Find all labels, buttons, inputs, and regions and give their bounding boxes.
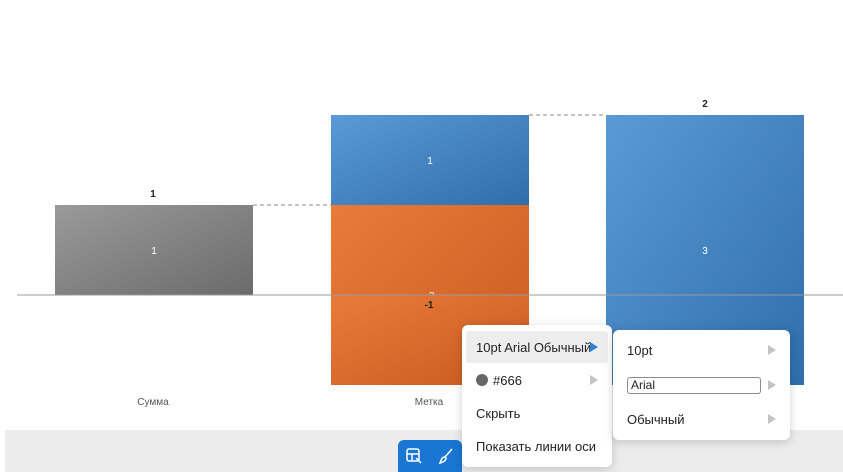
x-tick-label: Метка (415, 397, 444, 408)
submenu-item-family[interactable] (617, 369, 786, 401)
submenu-arrow-icon (590, 342, 598, 352)
menu-item-show-axis-lines[interactable]: Показать линии оси (466, 430, 608, 462)
submenu-arrow-icon (768, 380, 776, 390)
bar-below-label: -1 (425, 300, 434, 311)
menu-item-hide-label: Скрыть (476, 405, 521, 421)
bar-segment-label: 3 (702, 246, 708, 257)
menu-item-color[interactable]: #666 (466, 364, 608, 396)
submenu-arrow-icon (590, 375, 598, 385)
menu-item-font-label: 10pt Arial Обычный (476, 339, 592, 355)
brush-icon[interactable] (435, 445, 457, 467)
chart-toolbar (398, 440, 462, 472)
bar-segment-label: 1 (151, 246, 157, 257)
submenu-arrow-icon (768, 414, 776, 424)
label-context-menu: 10pt Arial Обычный #666 Скрыть Показать … (462, 325, 612, 467)
bar-total-label: 2 (702, 99, 708, 110)
submenu-item-style[interactable]: Обычный (617, 403, 786, 435)
format-icon[interactable] (403, 445, 425, 467)
menu-item-color-label: #666 (493, 372, 522, 388)
font-submenu: 10pt Обычный (613, 330, 790, 440)
menu-item-axis-label: Показать линии оси (476, 438, 597, 454)
font-family-input[interactable] (627, 376, 761, 394)
font-style-label: Обычный (627, 411, 685, 427)
bar-segment-label: 1 (427, 156, 433, 167)
menu-item-hide[interactable]: Скрыть (466, 397, 608, 429)
font-size-label: 10pt (627, 342, 653, 358)
x-tick-label: Сумма (137, 397, 169, 408)
submenu-item-size[interactable]: 10pt (617, 334, 786, 366)
color-swatch-icon (476, 374, 488, 386)
submenu-arrow-icon (768, 345, 776, 355)
bar-total-label: 1 (150, 189, 156, 200)
menu-item-font[interactable]: 10pt Arial Обычный (466, 331, 608, 363)
